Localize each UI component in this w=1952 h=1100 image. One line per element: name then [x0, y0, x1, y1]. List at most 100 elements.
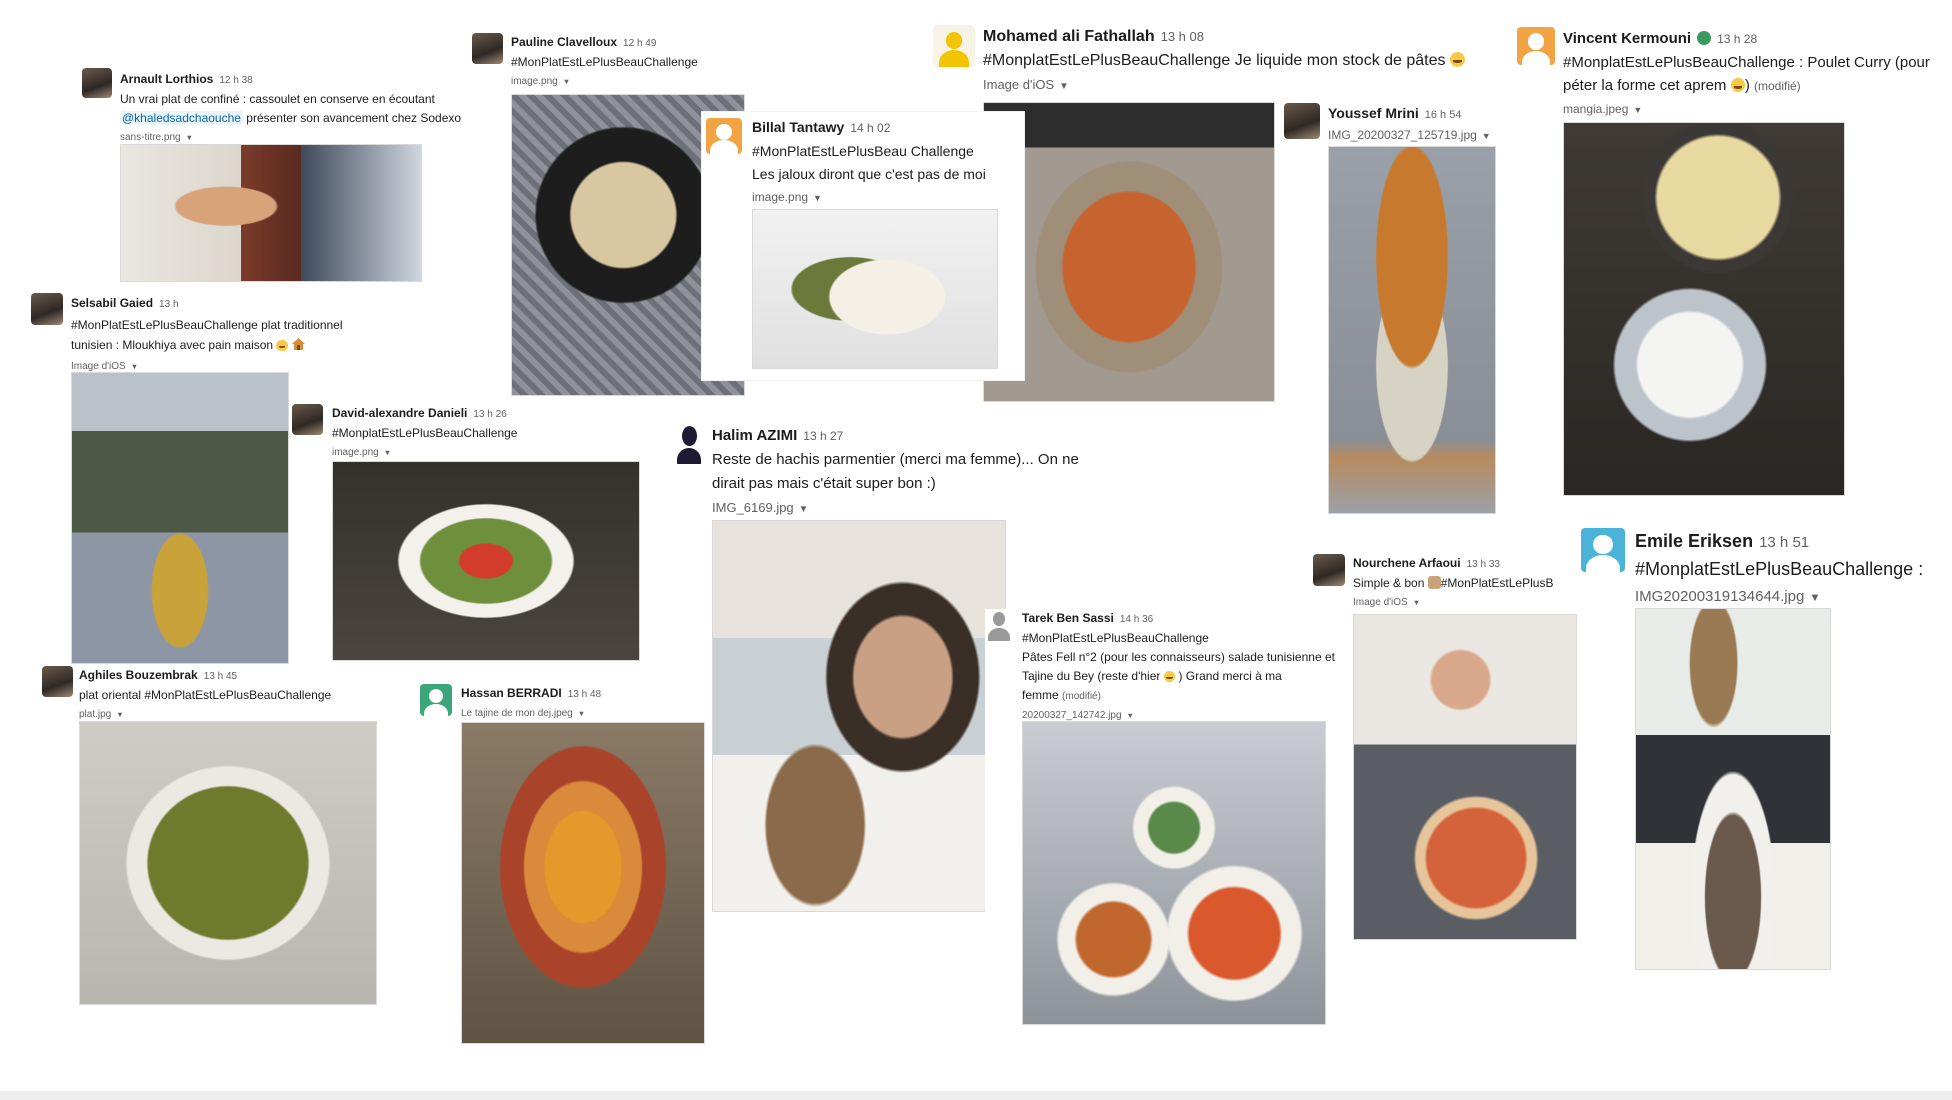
- chevron-down-icon[interactable]: ▼: [799, 498, 809, 522]
- post-david: David-alexandre Danieli 13 h 26 #MonplatE…: [292, 404, 652, 666]
- avatar[interactable]: [420, 684, 452, 716]
- avatar[interactable]: [472, 33, 503, 64]
- timestamp[interactable]: 12 h 38: [219, 75, 252, 86]
- file-name[interactable]: IMG20200319134644.jpg: [1635, 588, 1804, 605]
- cook-emoji-icon: [1427, 576, 1441, 589]
- image-attachment[interactable]: [712, 520, 1006, 912]
- message-text: péter la forme cet aprem: [1563, 77, 1727, 94]
- message-text: #MonPlatEstLePlusBeauChallenge: [511, 55, 698, 69]
- chevron-down-icon[interactable]: ▼: [1059, 75, 1069, 99]
- message-text: Tajine du Bey (reste d'hier: [1022, 669, 1161, 683]
- image-attachment[interactable]: [1353, 614, 1577, 940]
- timestamp[interactable]: 13 h 45: [204, 671, 237, 682]
- message-text: #MonplatEstLePlusBeauChallenge :: [1635, 559, 1924, 579]
- post-vincent: Vincent Kermouni 13 h 28 #MonplatEstLePlu…: [1517, 27, 1947, 497]
- file-name[interactable]: Image d'iOS: [983, 77, 1054, 92]
- author-name[interactable]: Halim AZIMI: [712, 427, 797, 444]
- file-name[interactable]: Image d'iOS: [1353, 597, 1408, 608]
- avatar[interactable]: [1517, 27, 1555, 65]
- edited-label: (modifié): [1062, 691, 1101, 702]
- file-name[interactable]: plat.jpg: [79, 709, 111, 720]
- image-attachment[interactable]: [79, 721, 377, 1005]
- author-name[interactable]: Nourchene Arfaoui: [1353, 556, 1461, 570]
- timestamp[interactable]: 13 h 33: [1467, 559, 1500, 570]
- file-name[interactable]: sans-titre.png: [120, 132, 181, 143]
- avatar[interactable]: [1581, 528, 1625, 572]
- image-attachment[interactable]: [332, 461, 640, 661]
- message-text: #MonplatEstLePlusBeauChallenge: [332, 426, 518, 440]
- avatar[interactable]: [933, 25, 975, 67]
- timestamp[interactable]: 16 h 54: [1425, 109, 1462, 121]
- author-name[interactable]: Emile Eriksen: [1635, 531, 1753, 551]
- message-text: femme: [1022, 688, 1059, 702]
- file-name[interactable]: image.png: [511, 76, 558, 87]
- file-name[interactable]: image.png: [752, 190, 808, 204]
- grinning-emoji-icon: [276, 339, 288, 351]
- chevron-down-icon[interactable]: ▼: [1633, 99, 1642, 122]
- image-attachment[interactable]: [71, 372, 289, 664]
- grinning-emoji-icon: [1163, 670, 1176, 682]
- timestamp[interactable]: 14 h 36: [1120, 614, 1153, 625]
- avatar[interactable]: [292, 404, 323, 435]
- author-name[interactable]: Youssef Mrini: [1328, 105, 1419, 121]
- timestamp[interactable]: 13 h 08: [1161, 29, 1204, 44]
- author-name[interactable]: Hassan BERRADI: [461, 686, 562, 700]
- avatar[interactable]: [31, 293, 63, 325]
- avatar[interactable]: [1313, 554, 1345, 586]
- timestamp[interactable]: 14 h 02: [850, 121, 890, 135]
- timestamp[interactable]: 13 h 51: [1759, 534, 1809, 551]
- chevron-down-icon[interactable]: ▼: [384, 443, 391, 462]
- chevron-down-icon[interactable]: ▼: [1482, 126, 1491, 146]
- image-attachment[interactable]: [1022, 721, 1326, 1025]
- message-text: #MonplatEstLePlusBeauChallenge : Poulet …: [1563, 54, 1930, 71]
- image-attachment[interactable]: [983, 102, 1275, 402]
- user-mention[interactable]: @khaledsadchaouche: [120, 111, 243, 125]
- timestamp[interactable]: 13 h 26: [473, 409, 506, 420]
- post-emile: Emile Eriksen 13 h 51 #MonplatEstLePlusBe…: [1581, 528, 1951, 1048]
- file-name[interactable]: Image d'iOS: [71, 361, 126, 372]
- post-youssef: Youssef Mrini 16 h 54 IMG_20200327_125719…: [1284, 103, 1514, 514]
- file-name[interactable]: IMG_20200327_125719.jpg: [1328, 128, 1477, 142]
- avatar[interactable]: [706, 118, 742, 154]
- file-name[interactable]: image.png: [332, 447, 379, 458]
- timestamp[interactable]: 13 h: [159, 299, 178, 310]
- file-name[interactable]: 20200327_142742.jpg: [1022, 710, 1122, 721]
- chevron-down-icon[interactable]: ▼: [563, 72, 570, 91]
- file-name[interactable]: IMG_6169.jpg: [712, 500, 794, 515]
- post-tarek: Tarek Ben Sassi 14 h 36 #MonPlatEstLePlus…: [985, 609, 1345, 1029]
- avatar[interactable]: [985, 609, 1013, 641]
- author-name[interactable]: Selsabil Gaied: [71, 296, 153, 310]
- author-name[interactable]: Vincent Kermouni: [1563, 30, 1691, 47]
- chevron-down-icon[interactable]: ▼: [813, 187, 822, 210]
- author-name[interactable]: Aghiles Bouzembrak: [79, 668, 198, 682]
- message-text: Un vrai plat de confiné : cassoulet en c…: [120, 92, 435, 106]
- image-attachment[interactable]: [120, 144, 422, 282]
- author-name[interactable]: Tarek Ben Sassi: [1022, 611, 1114, 625]
- image-attachment[interactable]: [461, 722, 705, 1044]
- avatar[interactable]: [1284, 103, 1320, 139]
- avatar[interactable]: [42, 666, 73, 697]
- chevron-down-icon[interactable]: ▼: [578, 704, 585, 723]
- author-name[interactable]: Arnault Lorthios: [120, 72, 213, 86]
- timestamp[interactable]: 13 h 28: [1717, 32, 1757, 46]
- author-name[interactable]: Billal Tantawy: [752, 119, 844, 135]
- timestamp[interactable]: 13 h 48: [568, 689, 601, 700]
- image-attachment[interactable]: [1635, 608, 1831, 970]
- file-name[interactable]: mangia.jpeg: [1563, 102, 1628, 116]
- author-name[interactable]: Pauline Clavelloux: [511, 35, 617, 49]
- post-arnault: Arnault Lorthios 12 h 38 Un vrai plat de …: [82, 68, 482, 288]
- chevron-down-icon[interactable]: ▼: [1413, 593, 1420, 612]
- edited-label: (modifié): [1754, 79, 1801, 93]
- author-name[interactable]: David-alexandre Danieli: [332, 406, 467, 420]
- message-text: Reste de hachis parmentier (merci ma fem…: [712, 451, 1079, 468]
- message-text: tunisien : Mloukhiya avec pain maison: [71, 338, 274, 352]
- timestamp[interactable]: 13 h 27: [803, 429, 843, 443]
- image-attachment[interactable]: [752, 209, 998, 369]
- image-attachment[interactable]: [1563, 122, 1845, 496]
- image-attachment[interactable]: [1328, 146, 1496, 514]
- timestamp[interactable]: 12 h 49: [623, 38, 656, 49]
- avatar[interactable]: [82, 68, 112, 98]
- avatar[interactable]: [674, 424, 704, 464]
- file-name[interactable]: Le tajine de mon dej.jpeg: [461, 708, 573, 719]
- author-name[interactable]: Mohamed ali Fathallah: [983, 28, 1155, 45]
